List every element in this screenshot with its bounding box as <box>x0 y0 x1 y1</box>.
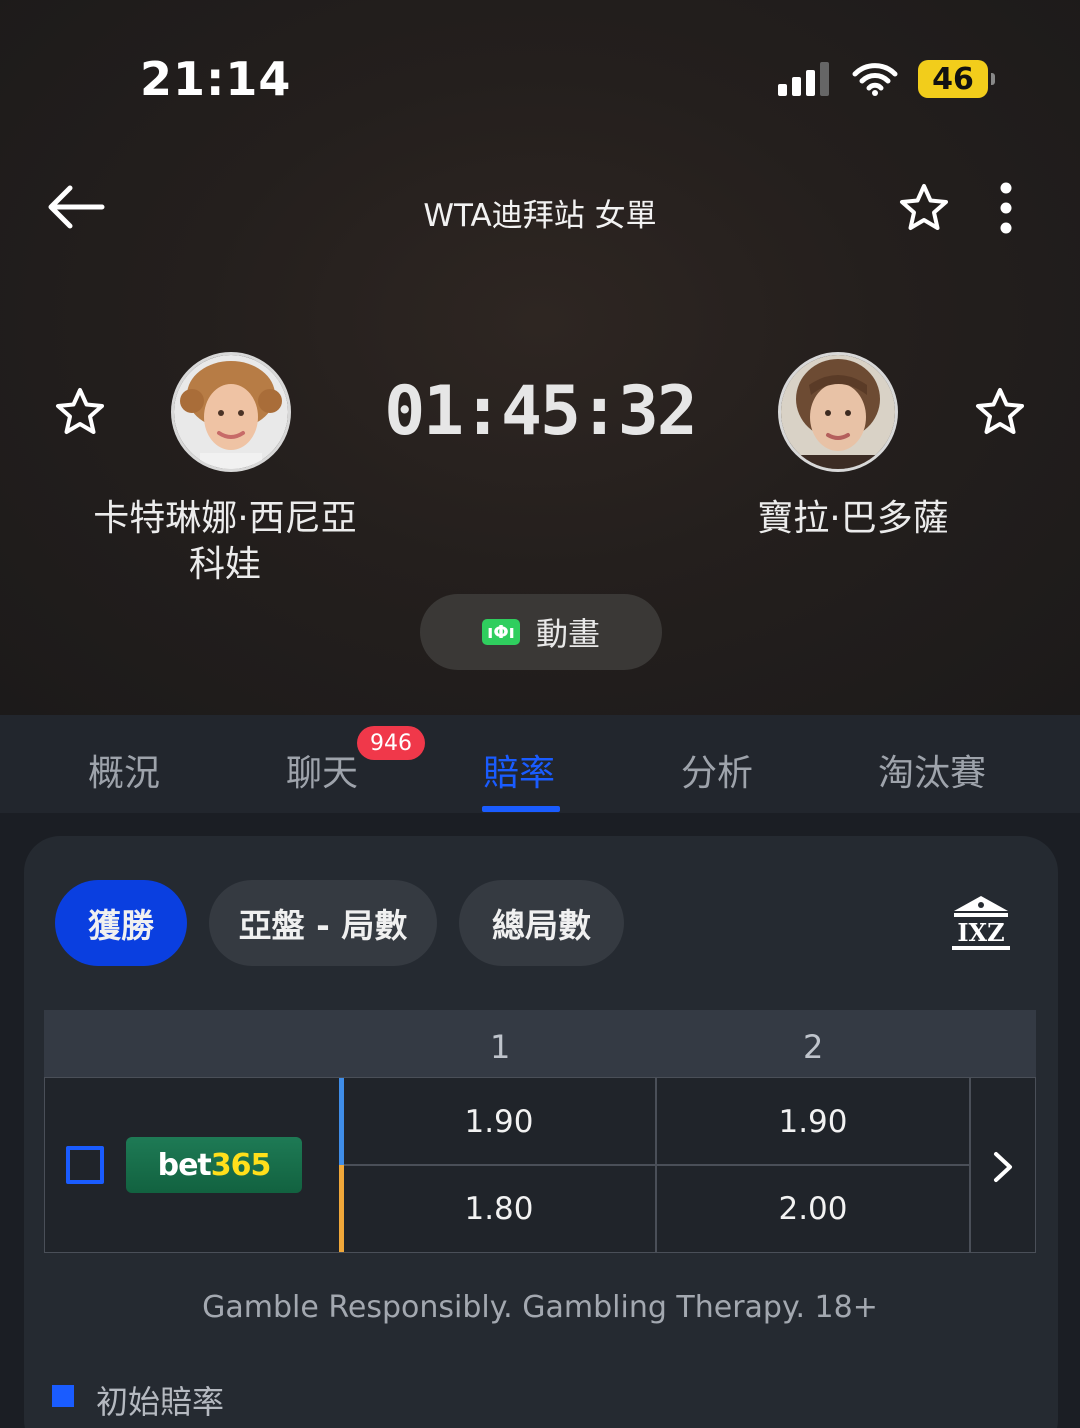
animation-button[interactable]: ıΦı 動畫 <box>420 594 662 670</box>
chevron-right-icon[interactable] <box>988 1150 1018 1184</box>
legend-label: 初始賠率 <box>96 1383 225 1421</box>
tab-odds[interactable]: 賠率 <box>483 744 555 796</box>
bank-icon-text: IXZ <box>957 918 1004 947</box>
wifi-icon <box>852 63 898 96</box>
odds-table-header <box>44 1010 1036 1077</box>
gamble-disclaimer: Gamble Responsibly. Gambling Therapy. 18… <box>202 1290 878 1325</box>
column-header-2: 2 <box>803 1028 824 1066</box>
filter-total-games[interactable]: 總局數 <box>459 880 624 966</box>
cellular-signal-icon <box>778 62 829 96</box>
chat-count-badge: 946 <box>357 726 425 760</box>
odds-cell[interactable]: 1.80 <box>343 1191 655 1227</box>
player2-name: 寶拉·巴多薩 <box>757 498 949 539</box>
legend-swatch <box>52 1385 74 1407</box>
status-icons: 46 <box>778 60 995 98</box>
player2-favorite-star-icon[interactable] <box>974 386 1026 438</box>
tab-knockout[interactable]: 淘汰賽 <box>878 744 986 796</box>
tab-overview[interactable]: 概況 <box>88 744 160 796</box>
bet365-logo: bet 365 <box>126 1137 302 1193</box>
status-time: 21:14 <box>140 52 292 106</box>
filter-win[interactable]: 獲勝 <box>55 880 187 966</box>
match-timer: 01:45:32 <box>384 372 698 451</box>
bank-icon[interactable]: IXZ <box>950 893 1012 953</box>
tab-analysis[interactable]: 分析 <box>681 744 753 796</box>
more-options-icon[interactable] <box>990 180 1022 236</box>
odds-cell[interactable]: 1.90 <box>657 1104 969 1140</box>
player1-name: 卡特琳娜·西尼亞 科娃 <box>93 498 357 585</box>
battery-indicator: 46 <box>918 60 995 98</box>
animation-label: 動畫 <box>535 615 600 653</box>
odds-cell[interactable]: 2.00 <box>657 1191 969 1227</box>
favorite-star-icon[interactable] <box>898 182 950 234</box>
odds-cell[interactable]: 1.90 <box>343 1104 655 1140</box>
column-header-1: 1 <box>490 1028 511 1066</box>
player2-avatar[interactable] <box>778 352 898 472</box>
tab-chat[interactable]: 聊天 <box>286 744 358 796</box>
bookmaker-checkbox[interactable] <box>66 1146 104 1184</box>
filter-handicap-games[interactable]: 亞盤 - 局數 <box>209 880 437 966</box>
animation-icon: ıΦı <box>481 619 520 645</box>
active-tab-indicator <box>482 806 560 812</box>
